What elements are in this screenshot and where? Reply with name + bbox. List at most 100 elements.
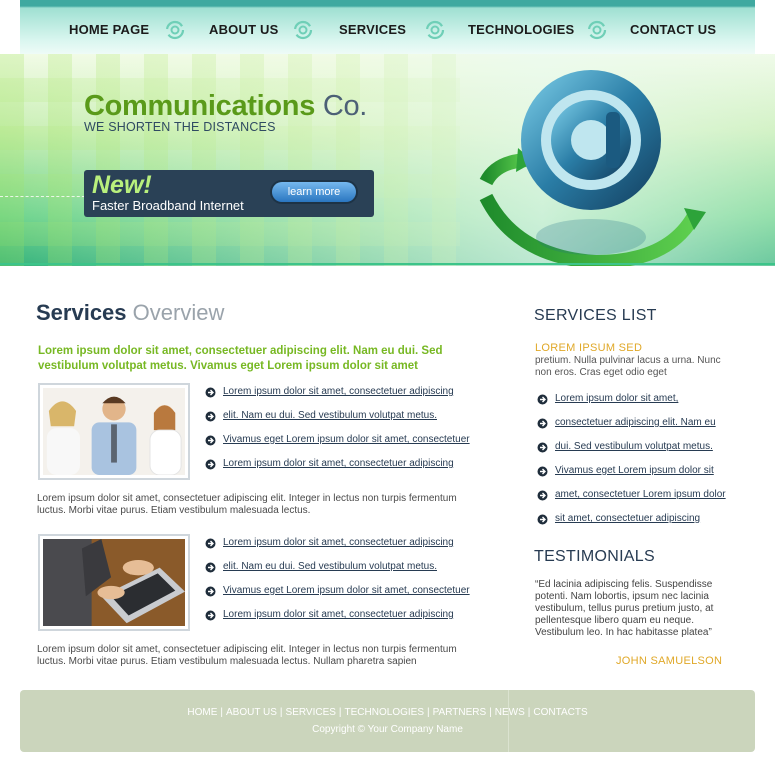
footer-separator: | [527, 707, 531, 718]
testimonials-title: TESTIMONIALS [534, 548, 655, 565]
services-list-title: SERVICES LIST [534, 307, 657, 324]
page-title-light: Overview [132, 300, 225, 325]
at-sign-icon [479, 70, 706, 270]
service-link[interactable]: elit. Nam eu dui. Sed vestibulum volutpa… [223, 410, 437, 421]
nav-services[interactable]: SERVICES [339, 22, 406, 37]
footer-separator: | [220, 707, 223, 718]
brand-name: Communications [84, 90, 316, 122]
sidebar-service-link[interactable]: sit amet, consectetuer adipiscing [555, 513, 700, 524]
service-link[interactable]: Lorem ipsum dolor sit amet, consectetuer… [223, 609, 454, 620]
service-link[interactable]: Vivamus eget Lorem ipsum dolor sit amet,… [223, 585, 470, 596]
list-item: amet, consectetuer Lorem ipsum dolor [537, 489, 726, 513]
services-text: pretium. Nulla pulvinar lacus a urna. Nu… [535, 355, 721, 378]
sidebar-service-link[interactable]: amet, consectetuer Lorem ipsum dolor [555, 489, 726, 500]
footer-divider [508, 690, 509, 752]
list-item: sit amet, consectetuer adipiscing [537, 513, 726, 537]
arrow-bullet-icon [537, 418, 548, 429]
promo-box: New! Faster Broadband Internet learn mor… [84, 170, 374, 217]
list-item: Lorem ipsum dolor sit amet, consectetuer… [205, 458, 470, 482]
hero-banner: Communications Co. WE SHORTEN THE DISTAN… [0, 54, 775, 270]
arrow-bullet-icon [537, 490, 548, 501]
banner-divider [0, 266, 775, 270]
arrow-bullet-icon [537, 514, 548, 525]
list-item: dui. Sed vestibulum volutpat metus. [537, 441, 726, 465]
sidebar-service-link[interactable]: Lorem ipsum dolor sit amet, [555, 393, 678, 404]
service-link[interactable]: Lorem ipsum dolor sit amet, consectetuer… [223, 386, 454, 397]
swirl-icon [587, 20, 607, 40]
brand-tagline: WE SHORTEN THE DISTANCES [84, 120, 276, 134]
footer-link-about[interactable]: ABOUT US [226, 707, 277, 718]
lead-text: Lorem ipsum dolor sit amet, consectetuer… [38, 345, 443, 372]
arrow-bullet-icon [537, 394, 548, 405]
promo-badge: New! [92, 171, 152, 199]
swirl-icon [425, 20, 445, 40]
footer-separator: | [338, 707, 342, 718]
list-item: Lorem ipsum dolor sit amet, consectetuer… [205, 537, 470, 561]
sidebar-service-link[interactable]: dui. Sed vestibulum volutpat metus. [555, 441, 713, 452]
body-paragraph: Lorem ipsum dolor sit amet, consectetuer… [37, 493, 457, 516]
banner-dotted-line [0, 196, 90, 197]
footer-links: HOME | ABOUT US | SERVICES | TECHNOLOGIES | PART… [20, 707, 755, 718]
swirl-icon [165, 20, 185, 40]
banner-accent-line [0, 263, 775, 265]
list-item: Vivamus eget Lorem ipsum dolor sit amet,… [205, 434, 470, 458]
arrow-bullet-icon [205, 586, 216, 597]
nav-technologies[interactable]: TECHNOLOGIES [468, 22, 574, 37]
laptop-photo [38, 534, 190, 631]
footer-link-partners[interactable]: PARTNERS [433, 707, 487, 718]
page-title-strong: Services [36, 300, 127, 325]
list-item: consectetuer adipiscing elit. Nam eu [537, 417, 726, 441]
footer-link-technologies[interactable]: TECHNOLOGIES [345, 707, 424, 718]
footer-link-news[interactable]: NEWS [495, 707, 525, 718]
footer-separator: | [279, 707, 283, 718]
laptop-photo-image [43, 539, 185, 626]
body-paragraph: Lorem ipsum dolor sit amet, consectetuer… [37, 644, 457, 667]
service-link[interactable]: Lorem ipsum dolor sit amet, consectetuer… [223, 458, 454, 469]
list-item: elit. Nam eu dui. Sed vestibulum volutpa… [205, 561, 470, 585]
service-link[interactable]: Lorem ipsum dolor sit amet, consectetuer… [223, 537, 454, 548]
page-title: Services Overview [36, 300, 224, 326]
nav-home[interactable]: HOME PAGE [69, 22, 149, 37]
footer-link-services[interactable]: SERVICES [286, 707, 336, 718]
arrow-bullet-icon [205, 411, 216, 422]
service-link[interactable]: Vivamus eget Lorem ipsum dolor sit amet,… [223, 434, 470, 445]
copyright: Copyright © Your Company Name [312, 724, 463, 735]
list-item: Vivamus eget Lorem ipsum dolor sit [537, 465, 726, 489]
footer-separator: | [427, 707, 430, 718]
list-item: Lorem ipsum dolor sit amet, consectetuer… [205, 609, 470, 633]
link-list: Lorem ipsum dolor sit amet, consectetuer… [205, 537, 470, 633]
arrow-bullet-icon [205, 610, 216, 621]
arrow-bullet-icon [537, 466, 548, 477]
brand-suffix: Co. [322, 90, 368, 122]
top-navigation: HOME PAGE ABOUT US SERVICES TECHNOLOGIES… [20, 0, 755, 54]
testimonial-author: JOHN SAMUELSON [616, 655, 723, 667]
sidebar-service-link[interactable]: Vivamus eget Lorem ipsum dolor sit [555, 465, 714, 476]
arrow-bullet-icon [205, 435, 216, 446]
sidebar-service-link[interactable]: consectetuer adipiscing elit. Nam eu [555, 417, 716, 428]
services-subtitle: LOREM IPSUM SED [535, 342, 643, 354]
service-link[interactable]: elit. Nam eu dui. Sed vestibulum volutpa… [223, 561, 437, 572]
list-item: elit. Nam eu dui. Sed vestibulum volutpa… [205, 410, 470, 434]
nav-about[interactable]: ABOUT US [209, 22, 279, 37]
list-item: Lorem ipsum dolor sit amet, [537, 393, 726, 417]
learn-more-button[interactable]: learn more [272, 182, 356, 202]
nav-contact[interactable]: CONTACT US [630, 22, 716, 37]
swirl-icon [293, 20, 313, 40]
promo-text: Faster Broadband Internet [92, 198, 244, 213]
arrow-bullet-icon [205, 459, 216, 470]
footer-link-contacts[interactable]: CONTACTS [533, 707, 587, 718]
arrow-bullet-icon [205, 387, 216, 398]
team-photo-image [43, 388, 185, 476]
arrow-bullet-icon [537, 442, 548, 453]
brand-logo[interactable]: Communications Co. [84, 90, 367, 123]
link-list: Lorem ipsum dolor sit amet, consectetuer… [205, 386, 470, 482]
footer: HOME | ABOUT US | SERVICES | TECHNOLOGIES | PART… [20, 690, 755, 752]
arrow-bullet-icon [205, 538, 216, 549]
list-item: Vivamus eget Lorem ipsum dolor sit amet,… [205, 585, 470, 609]
testimonial-quote: “Ed lacinia adipiscing felis. Suspendiss… [535, 579, 714, 638]
list-item: Lorem ipsum dolor sit amet, consectetuer… [205, 386, 470, 410]
footer-separator: | [489, 707, 492, 718]
services-link-list: Lorem ipsum dolor sit amet, consectetuer… [537, 393, 726, 537]
footer-link-home[interactable]: HOME [187, 707, 217, 718]
arrow-bullet-icon [205, 562, 216, 573]
